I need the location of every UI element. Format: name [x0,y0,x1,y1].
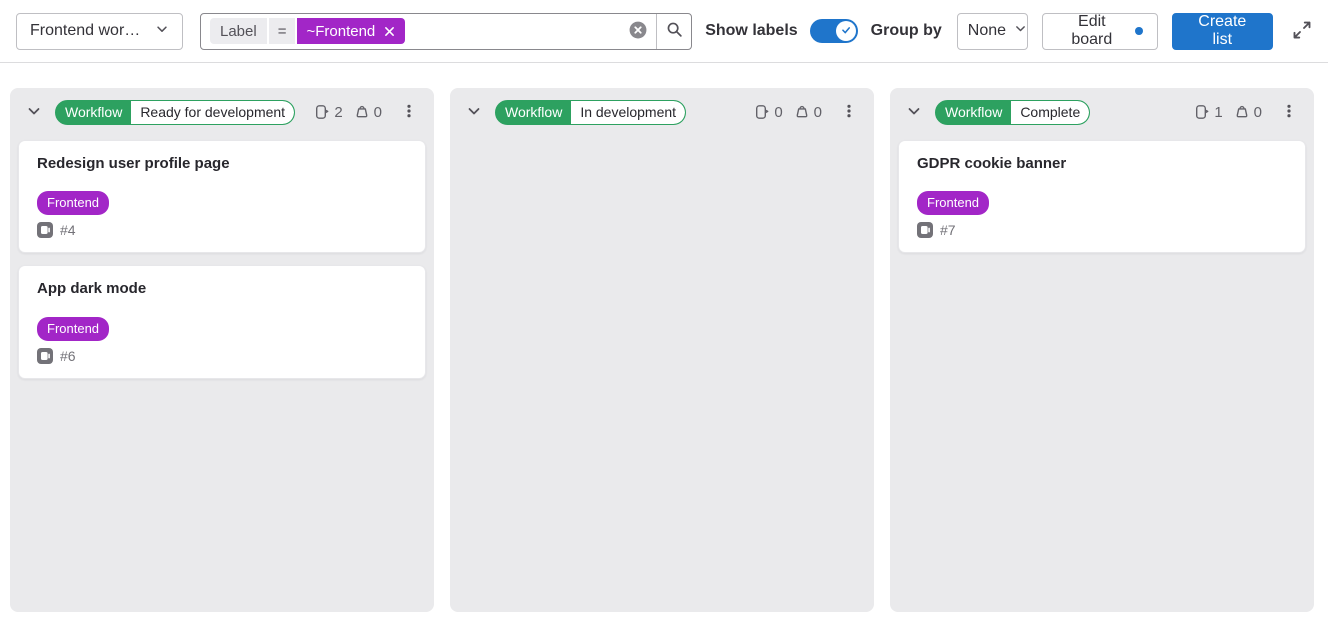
scoped-label-value: Complete [1011,101,1089,124]
vertical-ellipsis-icon [401,103,417,122]
list-counts: 2 0 [314,104,382,121]
create-list-label: Create list [1188,13,1257,49]
scoped-label-key: Workflow [56,101,131,124]
issues-count-icon [754,104,770,120]
issues-count-icon [314,104,330,120]
group-by-value: None [968,22,1006,40]
check-icon [839,23,853,40]
list-scoped-label: Workflow Complete [935,100,1090,125]
collapse-list-button[interactable] [22,100,46,124]
filter-bar-actions [620,14,691,49]
board-card[interactable]: App dark mode Frontend #6 [18,265,426,378]
focus-mode-button[interactable] [1292,20,1312,43]
issue-reference: #4 [60,222,76,238]
board-toolbar: Frontend workfl... Label = ~Frontend [0,0,1328,63]
list-settings-button[interactable] [838,100,860,124]
search-icon [666,21,683,41]
list-header: Workflow In development 0 0 [450,88,874,136]
card-title[interactable]: GDPR cookie banner [917,154,1285,174]
group-by-label: Group by [871,22,942,40]
scoped-label-value: Ready for development [131,101,294,124]
edit-board-label: Edit board [1057,13,1127,49]
card-footer: #4 [37,222,405,238]
issue-type-icon [37,222,53,238]
issues-count-icon [1194,104,1210,120]
list-counts: 0 0 [754,104,822,121]
board-switcher-dropdown[interactable]: Frontend workfl... [16,13,183,50]
vertical-ellipsis-icon [841,103,857,122]
chevron-down-icon [906,103,922,122]
expand-icon [1292,20,1312,43]
chevron-down-icon [1014,22,1027,40]
card-footer: #7 [917,222,1285,238]
list-scoped-label: Workflow Ready for development [55,100,295,125]
clear-search-button[interactable] [620,14,656,49]
unsaved-changes-dot [1135,27,1143,35]
chevron-down-icon [26,103,42,122]
show-labels-label: Show labels [705,22,797,40]
search-button[interactable] [656,14,691,49]
list-cards: GDPR cookie banner Frontend #7 [890,136,1314,265]
issues-count: 0 [774,104,782,121]
card-title[interactable]: App dark mode [37,279,405,299]
group-by-dropdown[interactable]: None [957,13,1028,50]
issue-type-icon [917,222,933,238]
issues-count: 2 [334,104,342,121]
vertical-ellipsis-icon [1281,103,1297,122]
board-switcher-label: Frontend workfl... [30,22,147,40]
show-labels-toggle[interactable] [810,19,858,43]
collapse-list-button[interactable] [902,100,926,124]
board-list-in-development: Workflow In development 0 0 [450,88,874,612]
list-header: Workflow Ready for development 2 0 [10,88,434,136]
board-card[interactable]: GDPR cookie banner Frontend #7 [898,140,1306,253]
collapse-list-button[interactable] [462,100,486,124]
toggle-knob [836,21,856,41]
list-settings-button[interactable] [1278,100,1300,124]
weight-icon [1234,104,1250,120]
list-cards [450,136,874,140]
list-cards: Redesign user profile page Frontend #4 A… [10,136,434,391]
filter-token-value[interactable]: ~Frontend [297,18,405,44]
card-title[interactable]: Redesign user profile page [37,154,405,174]
filter-token-key[interactable]: Label [210,18,267,44]
card-label[interactable]: Frontend [917,191,989,215]
issue-board: Workflow Ready for development 2 0 Redes… [0,63,1328,612]
chevron-down-icon [155,22,169,41]
filter-bar[interactable]: Label = ~Frontend [200,13,692,50]
weight-count: 0 [374,104,382,121]
board-list-ready-for-development: Workflow Ready for development 2 0 Redes… [10,88,434,612]
list-counts: 1 0 [1194,104,1262,121]
list-header: Workflow Complete 1 0 [890,88,1314,136]
issues-count: 1 [1214,104,1222,121]
filter-token-operator[interactable]: = [269,18,296,44]
edit-board-button[interactable]: Edit board [1042,13,1158,50]
chevron-down-icon [466,103,482,122]
scoped-label-key: Workflow [936,101,1011,124]
board-list-complete: Workflow Complete 1 0 GDPR cookie banner… [890,88,1314,612]
list-scoped-label: Workflow In development [495,100,686,125]
issue-reference: #6 [60,348,76,364]
board-card[interactable]: Redesign user profile page Frontend #4 [18,140,426,253]
clear-icon [629,21,647,42]
remove-token-icon[interactable] [383,25,396,38]
issue-reference: #7 [940,222,956,238]
card-label[interactable]: Frontend [37,317,109,341]
card-label[interactable]: Frontend [37,191,109,215]
card-footer: #6 [37,348,405,364]
filter-token-value-label: ~Frontend [306,23,375,40]
scoped-label-value: In development [571,101,685,124]
scoped-label-key: Workflow [496,101,571,124]
weight-icon [794,104,810,120]
weight-icon [354,104,370,120]
weight-count: 0 [814,104,822,121]
issue-type-icon [37,348,53,364]
list-settings-button[interactable] [398,100,420,124]
create-list-button[interactable]: Create list [1172,13,1273,50]
weight-count: 0 [1254,104,1262,121]
